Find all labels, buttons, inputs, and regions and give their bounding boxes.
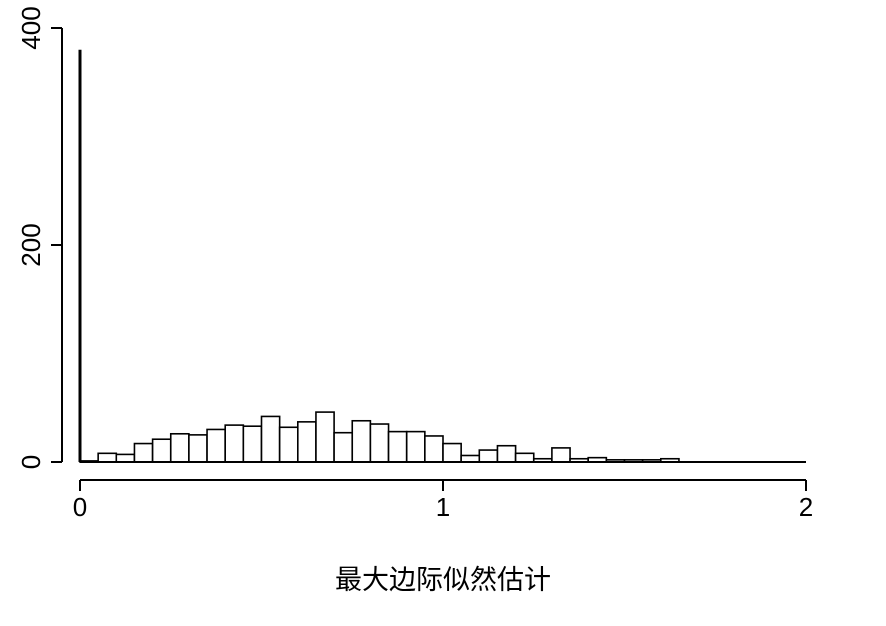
x-tick-label: 2 [799,492,813,522]
histogram-bar [424,435,444,463]
histogram-bar [188,434,208,463]
histogram-bar [169,432,190,463]
histogram-bar [315,411,335,463]
histogram-bar [278,426,299,463]
histogram-chart: 0 1 2 0 200 400 最大边际似然估计 [16,6,813,596]
histogram-bars [79,411,680,463]
histogram-bar [551,447,571,463]
x-tick-label: 0 [73,492,87,522]
histogram-bar [369,423,390,463]
y-tick-label: 400 [16,6,46,49]
x-axis: 0 1 2 [73,479,813,522]
histogram-bar [405,430,426,463]
histogram-bar [115,453,136,463]
histogram-bar [133,442,154,463]
histogram-bar [97,452,118,463]
histogram-bar [351,419,372,463]
histogram-bar [260,415,281,463]
y-tick-label: 200 [16,223,46,266]
histogram-bar [442,442,462,463]
histogram-bar [496,444,517,463]
histogram-bar [151,438,172,463]
histogram-bar [514,452,535,463]
histogram-bar [333,431,354,463]
histogram-bar [206,428,227,463]
histogram-bar [387,430,408,463]
y-tick-label: 0 [16,455,46,469]
histogram-bar [478,449,499,463]
histogram-bar [296,421,317,463]
histogram-bar [224,424,245,463]
histogram-bar [242,425,263,463]
y-axis: 0 200 400 [16,6,63,469]
x-tick-label: 1 [436,492,450,522]
x-axis-title: 最大边际似然估计 [335,565,551,596]
